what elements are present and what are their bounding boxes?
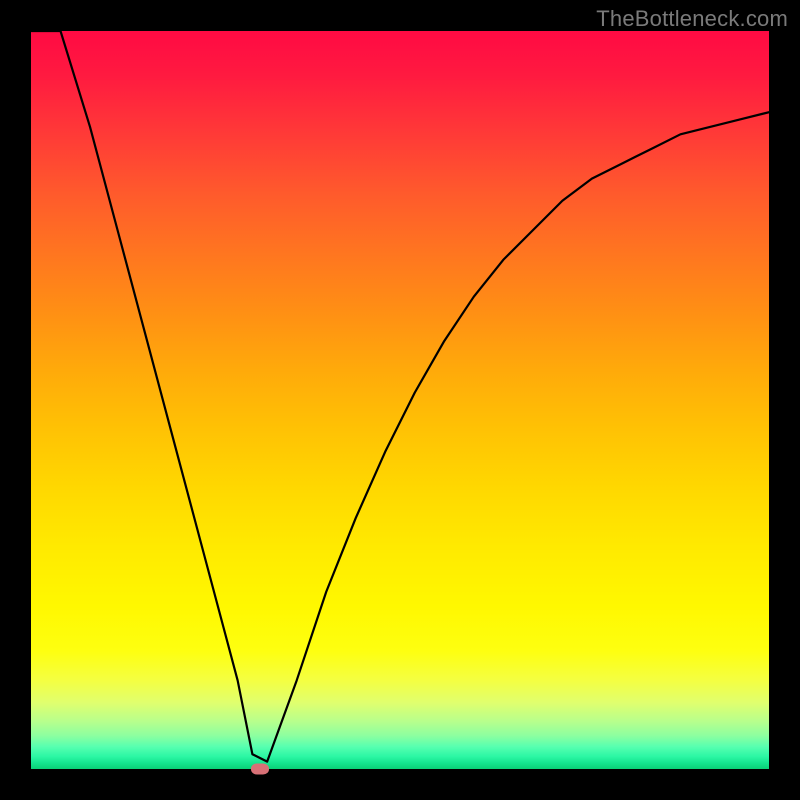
chart-stage: TheBottleneck.com [0,0,800,800]
minimum-marker [251,764,269,775]
plot-area [31,31,769,769]
curve-line [31,31,769,769]
watermark-text: TheBottleneck.com [596,6,788,32]
